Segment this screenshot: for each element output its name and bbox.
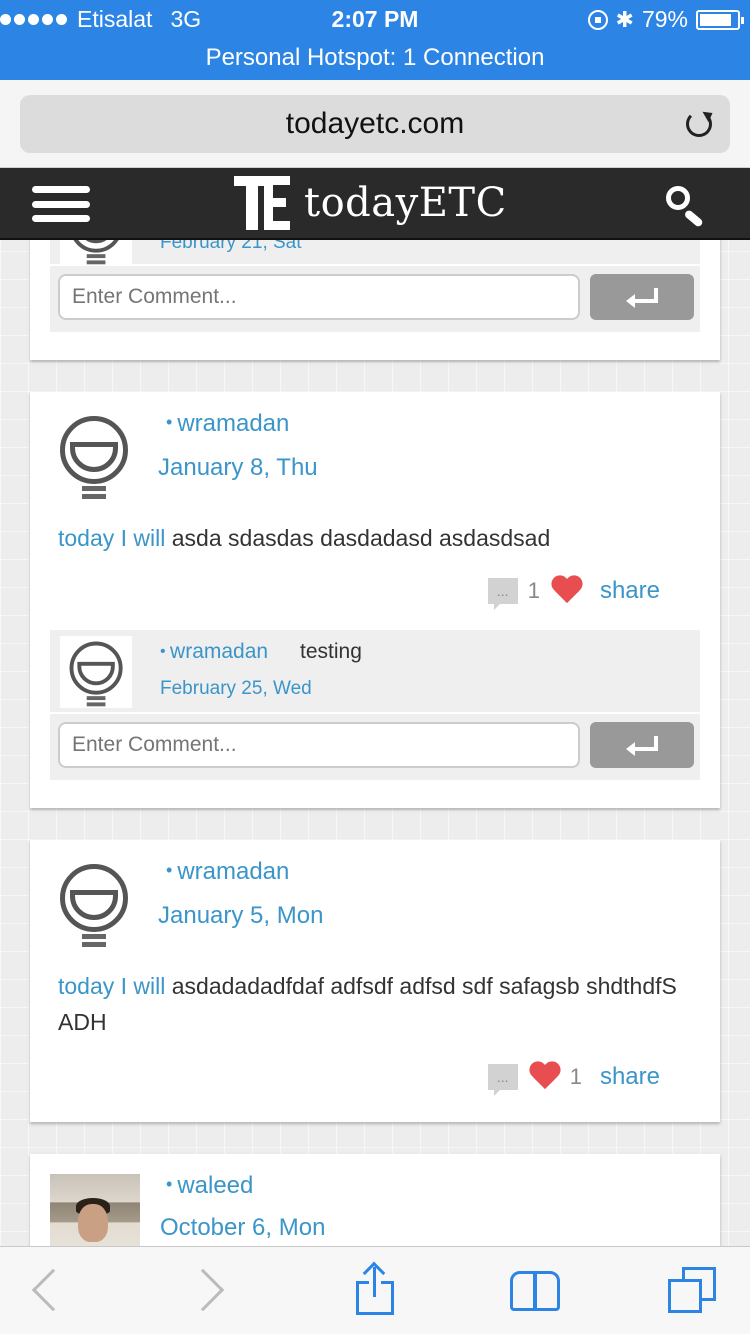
comment-username[interactable]: wramadan	[160, 640, 268, 664]
comments-area: wramadan testing February 25, Wed	[50, 630, 700, 780]
comment-date: February 21, Sat	[160, 240, 302, 253]
avatar	[60, 636, 132, 708]
feed: February 21, Sat wramadan January 8, Thu…	[0, 240, 750, 1246]
comment-row: February 21, Sat	[50, 240, 700, 266]
comment-count: 1	[527, 578, 540, 603]
submit-comment-button[interactable]	[590, 722, 694, 768]
enter-icon	[626, 288, 658, 308]
post-text: today I will asdadadadfdaf adfsdf adfsd …	[58, 968, 678, 1040]
comment-form	[50, 266, 700, 332]
lightbulb-avatar-icon	[68, 240, 124, 265]
hotspot-banner[interactable]: Personal Hotspot: 1 Connection	[0, 40, 750, 80]
comment-form	[50, 714, 700, 780]
like-count: 1	[569, 1064, 582, 1089]
browser-toolbar	[0, 1246, 750, 1334]
back-icon[interactable]	[31, 1268, 75, 1312]
post-actions: ... 1 share	[487, 1062, 660, 1096]
post-username[interactable]: wramadan	[166, 410, 289, 438]
post-card: wramadan January 5, Mon today I will asd…	[30, 840, 720, 1122]
logo-text: todayETC	[304, 180, 507, 226]
comment-input[interactable]	[58, 722, 580, 768]
search-icon[interactable]	[664, 184, 708, 228]
site-logo[interactable]: todayETC	[230, 176, 507, 230]
tabs-icon[interactable]	[668, 1267, 720, 1317]
comment-input[interactable]	[58, 274, 580, 320]
post-card: waleed October 6, Mon	[30, 1154, 720, 1246]
post-date: October 6, Mon	[160, 1214, 326, 1241]
lightbulb-avatar-icon	[58, 862, 130, 948]
battery-icon	[696, 9, 744, 30]
enter-icon	[626, 736, 658, 756]
site-header: todayETC	[0, 168, 750, 240]
post-card: wramadan January 8, Thu today I will asd…	[30, 392, 720, 808]
post-date: January 5, Mon	[158, 902, 324, 929]
comment-row: wramadan testing February 25, Wed	[50, 630, 700, 714]
logo-mark-icon	[230, 176, 294, 230]
comments-area: February 21, Sat	[50, 240, 700, 332]
comment-text: testing	[300, 640, 362, 663]
comment-date: February 25, Wed	[160, 678, 312, 699]
url-text: todayetc.com	[285, 107, 465, 140]
post-card: February 21, Sat	[30, 240, 720, 360]
share-icon[interactable]	[356, 1261, 394, 1315]
post-prefix: today I will	[58, 973, 166, 999]
hamburger-menu-icon[interactable]	[32, 186, 90, 222]
bluetooth-icon: ✱	[615, 6, 634, 32]
comment-icon[interactable]: ...	[487, 1064, 518, 1096]
reload-icon[interactable]	[686, 111, 712, 137]
post-text: today I will asda sdasdas dasdadasd asda…	[58, 520, 678, 556]
post-date: January 8, Thu	[158, 454, 318, 481]
avatar	[50, 1174, 140, 1246]
post-body: asda sdasdas dasdadasd asdasdsad	[171, 525, 551, 551]
browser-address-area: todayetc.com	[0, 80, 750, 168]
submit-comment-button[interactable]	[590, 274, 694, 320]
battery-percent: 79%	[641, 6, 688, 32]
heart-icon[interactable]	[550, 576, 584, 606]
avatar	[60, 240, 132, 266]
address-bar[interactable]: todayetc.com	[20, 95, 730, 153]
rotation-lock-icon	[587, 9, 608, 30]
comment-icon[interactable]: ...	[487, 578, 518, 610]
lightbulb-avatar-icon	[68, 640, 124, 707]
lightbulb-avatar-icon	[58, 414, 130, 500]
forward-icon[interactable]	[181, 1268, 225, 1312]
post-prefix: today I will	[58, 525, 166, 551]
share-link[interactable]: share	[600, 1063, 660, 1091]
share-link[interactable]: share	[600, 577, 660, 605]
heart-icon[interactable]	[528, 1062, 562, 1092]
status-bar: Etisalat 3G 2:07 PM ✱ 79%	[0, 0, 750, 40]
bookmarks-icon[interactable]	[510, 1271, 562, 1311]
post-actions: ... 1 share	[487, 576, 660, 610]
post-username[interactable]: waleed	[166, 1172, 253, 1200]
post-username[interactable]: wramadan	[166, 858, 289, 886]
